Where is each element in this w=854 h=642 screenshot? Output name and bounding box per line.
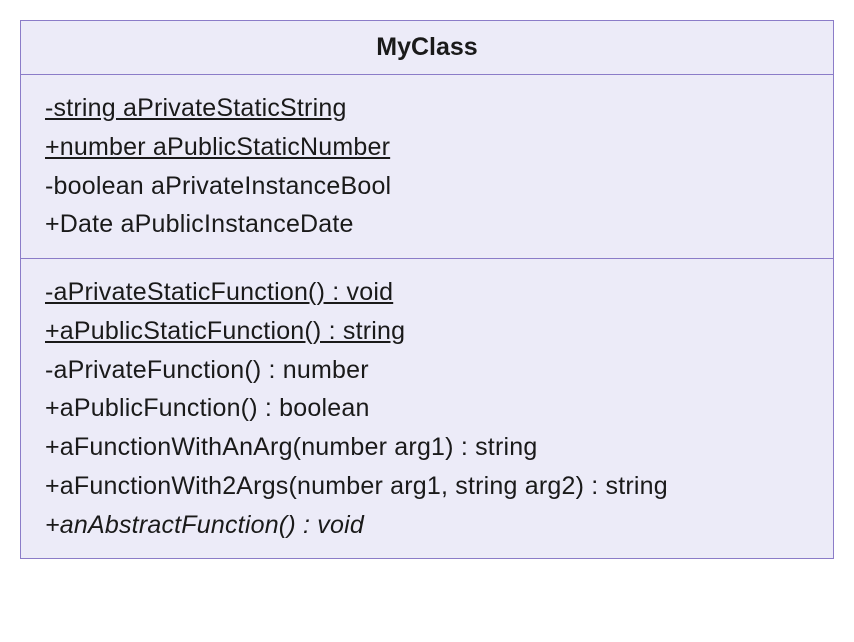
- class-method-text: +aFunctionWithAnArg(number arg1) : strin…: [45, 433, 537, 461]
- class-method-row: +anAbstractFunction() : void: [45, 506, 809, 545]
- class-method-text: +aPublicFunction() : boolean: [45, 394, 370, 422]
- class-attributes-section: -string aPrivateStaticString +number aPub…: [21, 75, 833, 259]
- class-attribute-text: -string aPrivateStaticString: [45, 94, 347, 122]
- class-attribute-row: -boolean aPrivateInstanceBool: [45, 167, 809, 206]
- class-attribute-row: +Date aPublicInstanceDate: [45, 205, 809, 244]
- class-method-text: -aPrivateStaticFunction() : void: [45, 278, 393, 306]
- class-method-text: +aFunctionWith2Args(number arg1, string …: [45, 472, 668, 500]
- class-attribute-text: +Date aPublicInstanceDate: [45, 210, 354, 238]
- class-method-row: -aPrivateFunction() : number: [45, 351, 809, 390]
- class-diagram-box: MyClass -string aPrivateStaticString +num…: [20, 20, 834, 559]
- class-attribute-row: -string aPrivateStaticString: [45, 89, 809, 128]
- class-method-text: -aPrivateFunction() : number: [45, 356, 369, 384]
- class-attribute-text: +number aPublicStaticNumber: [45, 133, 390, 161]
- class-attribute-row: +number aPublicStaticNumber: [45, 128, 809, 167]
- class-method-text: +aPublicStaticFunction() : string: [45, 317, 405, 345]
- class-methods-section: -aPrivateStaticFunction() : void +aPublic…: [21, 259, 833, 558]
- class-method-row: +aPublicFunction() : boolean: [45, 389, 809, 428]
- class-method-row: +aPublicStaticFunction() : string: [45, 312, 809, 351]
- class-name-header: MyClass: [21, 21, 833, 75]
- class-method-row: +aFunctionWithAnArg(number arg1) : strin…: [45, 428, 809, 467]
- class-attribute-text: -boolean aPrivateInstanceBool: [45, 172, 391, 200]
- class-method-text: +anAbstractFunction() : void: [45, 511, 364, 539]
- class-method-row: -aPrivateStaticFunction() : void: [45, 273, 809, 312]
- class-method-row: +aFunctionWith2Args(number arg1, string …: [45, 467, 809, 506]
